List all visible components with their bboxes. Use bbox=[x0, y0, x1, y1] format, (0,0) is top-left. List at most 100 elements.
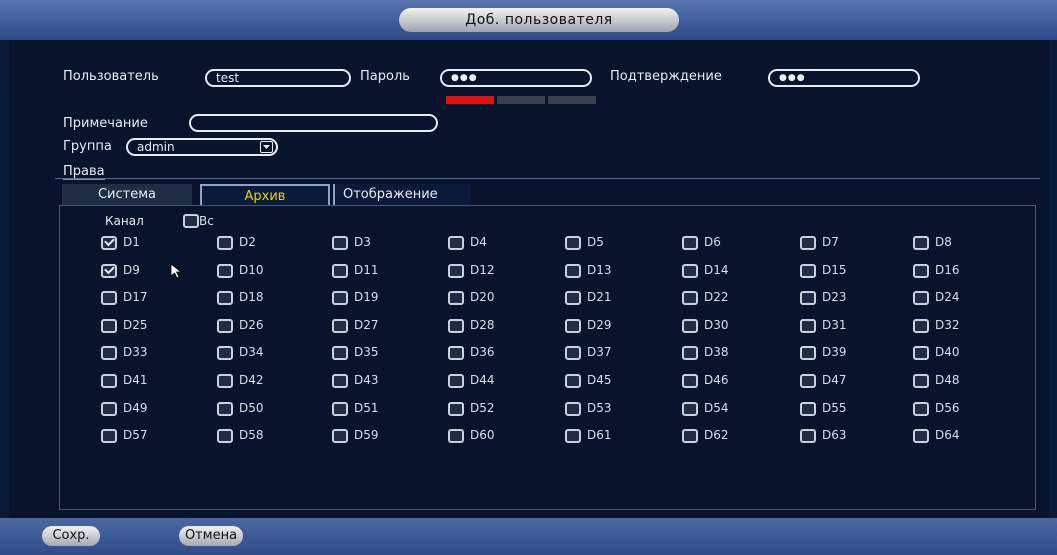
channel-checkbox[interactable] bbox=[913, 236, 929, 250]
select-all-checkbox[interactable] bbox=[183, 214, 199, 228]
tab-display[interactable]: Отображение bbox=[333, 184, 471, 206]
channel-checkbox[interactable] bbox=[800, 346, 816, 360]
channel-checkbox[interactable] bbox=[332, 346, 348, 360]
channel-checkbox[interactable] bbox=[565, 319, 581, 333]
channel-checkbox[interactable] bbox=[101, 319, 117, 333]
channel-checkbox[interactable] bbox=[565, 264, 581, 278]
channel-checkbox[interactable] bbox=[332, 264, 348, 278]
dropdown-arrow-icon[interactable] bbox=[260, 141, 273, 153]
channel-checkbox[interactable] bbox=[217, 319, 233, 333]
group-select-value: admin bbox=[137, 140, 175, 154]
channel-label: D56 bbox=[935, 401, 960, 415]
channel-checkbox[interactable] bbox=[448, 291, 464, 305]
cancel-button[interactable]: Отмена bbox=[179, 526, 243, 546]
channel-checkbox[interactable] bbox=[217, 402, 233, 416]
channel-checkbox[interactable] bbox=[565, 291, 581, 305]
channel-checkbox[interactable] bbox=[913, 429, 929, 443]
strength-segment bbox=[497, 96, 545, 104]
channel-checkbox[interactable] bbox=[332, 429, 348, 443]
channel-label: D28 bbox=[470, 318, 495, 332]
note-field[interactable] bbox=[189, 114, 438, 132]
channel-checkbox[interactable] bbox=[332, 402, 348, 416]
channel-label: D37 bbox=[587, 345, 612, 359]
tab-system[interactable]: Система bbox=[62, 184, 192, 206]
channel-checkbox[interactable] bbox=[217, 264, 233, 278]
channel-checkbox[interactable] bbox=[682, 264, 698, 278]
channel-label: D7 bbox=[822, 235, 839, 249]
channel-checkbox[interactable] bbox=[217, 374, 233, 388]
channel-checkbox[interactable] bbox=[101, 429, 117, 443]
channel-label: D6 bbox=[704, 235, 721, 249]
channel-checkbox[interactable] bbox=[448, 402, 464, 416]
channel-checkbox[interactable] bbox=[332, 319, 348, 333]
channel-checkbox[interactable] bbox=[217, 291, 233, 305]
tab-archive[interactable]: Архив bbox=[200, 184, 330, 206]
channel-checkbox[interactable] bbox=[913, 374, 929, 388]
channel-label: D12 bbox=[470, 263, 495, 277]
channel-checkbox[interactable] bbox=[682, 319, 698, 333]
channel-checkbox[interactable] bbox=[101, 346, 117, 360]
channel-checkbox[interactable] bbox=[565, 346, 581, 360]
channel-checkbox[interactable] bbox=[682, 402, 698, 416]
channel-checkbox[interactable] bbox=[101, 291, 117, 305]
channel-checkbox[interactable] bbox=[332, 236, 348, 250]
channel-label: D55 bbox=[822, 401, 847, 415]
channel-checkbox[interactable] bbox=[800, 374, 816, 388]
channel-label: D36 bbox=[470, 345, 495, 359]
channel-checkbox[interactable] bbox=[800, 291, 816, 305]
channel-checkbox[interactable] bbox=[913, 264, 929, 278]
channel-checkbox[interactable] bbox=[217, 429, 233, 443]
channel-checkbox[interactable] bbox=[682, 346, 698, 360]
channel-label: D57 bbox=[123, 428, 148, 442]
channel-header-label: Канал bbox=[105, 214, 144, 228]
confirm-field[interactable]: ●●● bbox=[768, 69, 920, 87]
channel-checkbox[interactable] bbox=[913, 346, 929, 360]
window-title: Доб. пользователя bbox=[399, 8, 679, 32]
channel-checkbox[interactable] bbox=[800, 264, 816, 278]
channel-checkbox[interactable] bbox=[800, 236, 816, 250]
channel-label: D45 bbox=[587, 373, 612, 387]
channel-label: D43 bbox=[354, 373, 379, 387]
channel-checkbox[interactable] bbox=[101, 402, 117, 416]
channel-checkbox[interactable] bbox=[332, 291, 348, 305]
channel-checkbox[interactable] bbox=[448, 264, 464, 278]
channel-label: D2 bbox=[239, 235, 256, 249]
channel-checkbox[interactable] bbox=[101, 374, 117, 388]
channel-checkbox[interactable] bbox=[101, 236, 117, 250]
bottom-bar: Сохр. Отмена bbox=[0, 518, 1057, 555]
password-field[interactable]: ●●● bbox=[440, 69, 592, 87]
channel-checkbox[interactable] bbox=[682, 236, 698, 250]
channel-label: D16 bbox=[935, 263, 960, 277]
channel-label: D31 bbox=[822, 318, 847, 332]
channel-checkbox[interactable] bbox=[913, 291, 929, 305]
channel-checkbox[interactable] bbox=[800, 429, 816, 443]
channel-label: D60 bbox=[470, 428, 495, 442]
channel-checkbox[interactable] bbox=[682, 374, 698, 388]
channel-label: D42 bbox=[239, 373, 264, 387]
channel-checkbox[interactable] bbox=[332, 374, 348, 388]
group-select[interactable]: admin bbox=[126, 138, 278, 156]
channel-checkbox[interactable] bbox=[448, 236, 464, 250]
user-field[interactable]: test bbox=[205, 69, 351, 87]
channel-label: D14 bbox=[704, 263, 729, 277]
channel-checkbox[interactable] bbox=[565, 402, 581, 416]
confirm-label: Подтверждение bbox=[610, 69, 722, 84]
channel-checkbox[interactable] bbox=[913, 319, 929, 333]
channel-checkbox[interactable] bbox=[448, 319, 464, 333]
channel-checkbox[interactable] bbox=[448, 429, 464, 443]
channel-checkbox[interactable] bbox=[682, 429, 698, 443]
save-button[interactable]: Сохр. bbox=[42, 526, 100, 546]
channel-checkbox[interactable] bbox=[682, 291, 698, 305]
channel-checkbox[interactable] bbox=[565, 429, 581, 443]
channel-checkbox[interactable] bbox=[217, 236, 233, 250]
channel-checkbox[interactable] bbox=[565, 236, 581, 250]
channel-checkbox[interactable] bbox=[448, 374, 464, 388]
channel-checkbox[interactable] bbox=[800, 319, 816, 333]
channel-checkbox[interactable] bbox=[448, 346, 464, 360]
channel-checkbox[interactable] bbox=[217, 346, 233, 360]
channel-checkbox[interactable] bbox=[101, 264, 117, 278]
channel-checkbox[interactable] bbox=[800, 402, 816, 416]
channel-label: D63 bbox=[822, 428, 847, 442]
channel-checkbox[interactable] bbox=[913, 402, 929, 416]
channel-checkbox[interactable] bbox=[565, 374, 581, 388]
